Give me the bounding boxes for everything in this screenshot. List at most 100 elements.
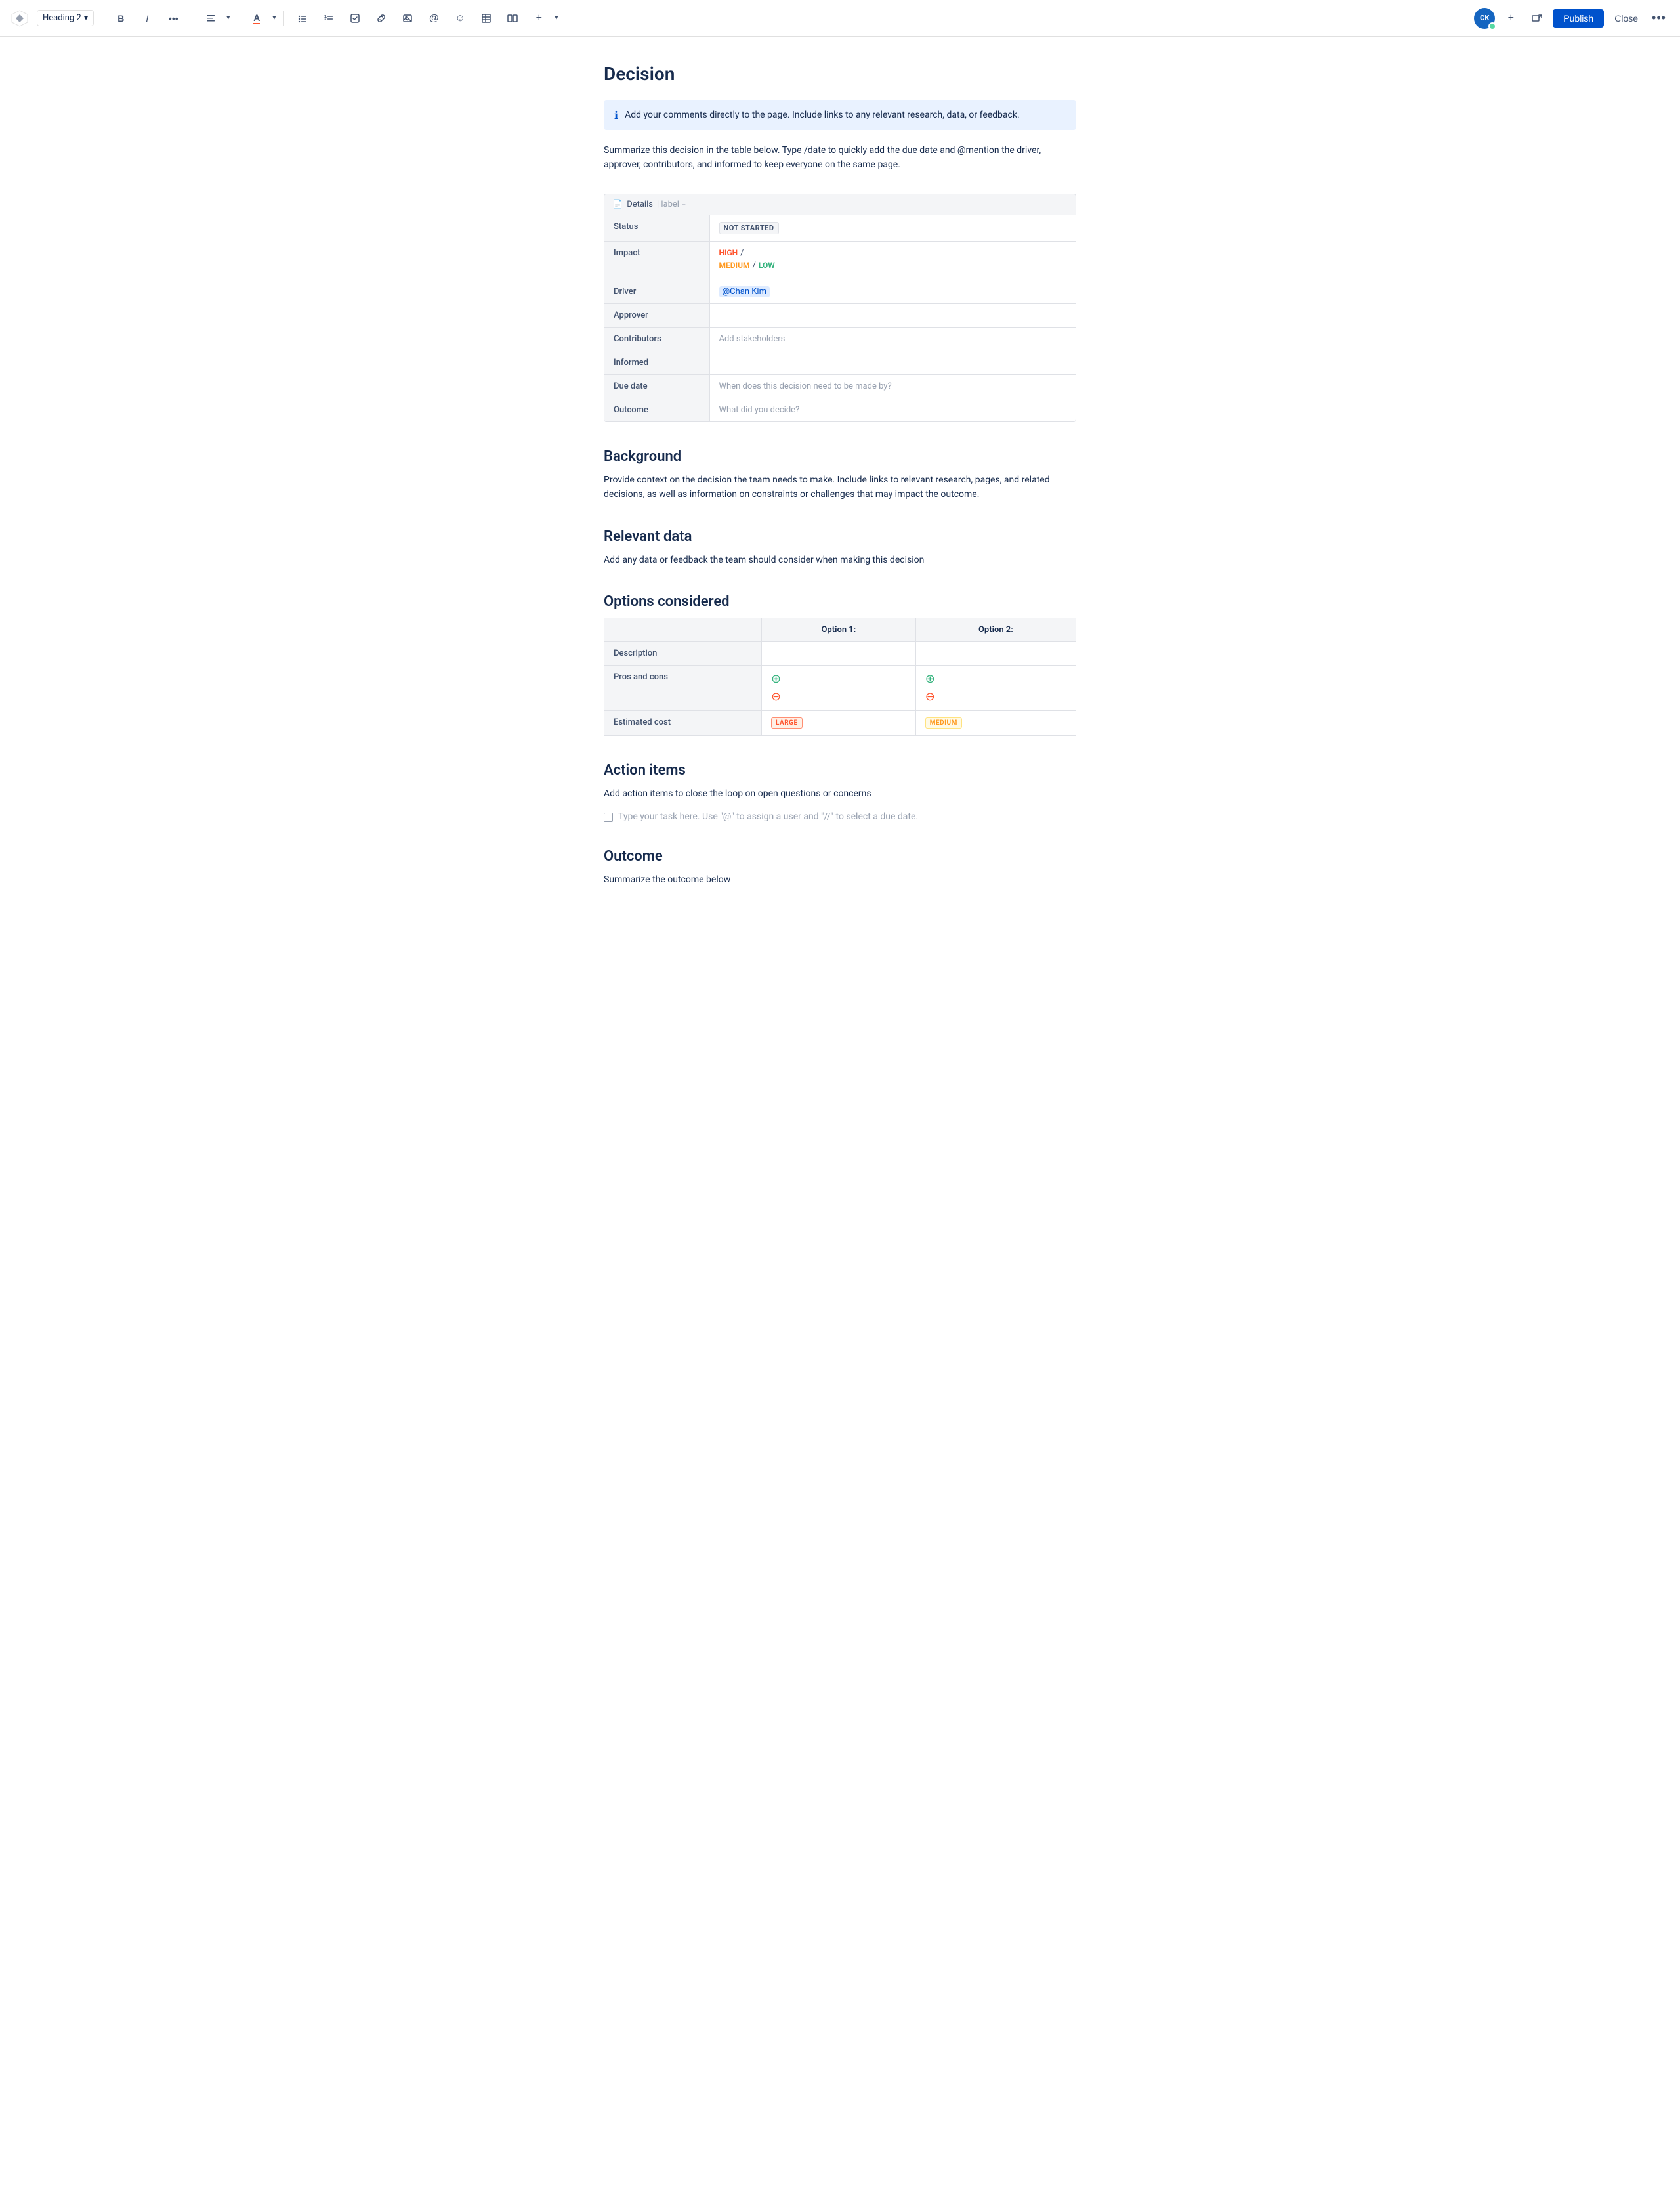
opt1-con: ⊖: [771, 690, 906, 704]
table-row: Driver @Chan Kim: [604, 280, 1076, 303]
row-label: Estimated cost: [604, 710, 762, 735]
table-row: Due date When does this decision need to…: [604, 374, 1076, 398]
row-value[interactable]: [709, 351, 1076, 374]
insert-button[interactable]: +: [528, 8, 549, 29]
intro-text: Summarize this decision in the table bel…: [604, 143, 1076, 173]
toolbar: Heading 2 ▾ B I ••• ▾ A ▾ 1.: [0, 0, 1680, 37]
align-button[interactable]: [200, 8, 221, 29]
italic-button[interactable]: I: [136, 8, 158, 29]
table-row: Estimated cost LARGE MEDIUM: [604, 710, 1076, 735]
page-content: Decision ℹ Add your comments directly to…: [591, 37, 1089, 951]
row-label: Informed: [604, 351, 709, 374]
contributors-placeholder: Add stakeholders: [719, 334, 786, 344]
task-button[interactable]: [345, 8, 366, 29]
link-button[interactable]: [371, 8, 392, 29]
row-value[interactable]: @Chan Kim: [709, 280, 1076, 303]
plus-circle-icon: ⊕: [771, 672, 781, 686]
image-button[interactable]: [397, 8, 418, 29]
minus-circle-icon: ⊖: [925, 690, 935, 704]
row-label: Pros and cons: [604, 665, 762, 710]
outcome-placeholder: What did you decide?: [719, 405, 800, 415]
info-icon: ℹ: [614, 109, 618, 121]
background-text: Provide context on the decision the team…: [604, 473, 1076, 502]
row-label: Description: [604, 641, 762, 665]
row-value[interactable]: NOT STARTED: [709, 215, 1076, 242]
outcome-title: Outcome: [604, 848, 1076, 865]
table-row: Description: [604, 641, 1076, 665]
row-label: Outcome: [604, 398, 709, 421]
bold-button[interactable]: B: [110, 8, 131, 29]
page-title[interactable]: Decision: [604, 63, 1076, 85]
text-color-button[interactable]: A: [246, 8, 267, 29]
row-value[interactable]: What did you decide?: [709, 398, 1076, 421]
large-badge: LARGE: [771, 717, 803, 729]
avatar: CK: [1474, 8, 1495, 29]
details-label-suffix: | label =: [657, 200, 686, 209]
outcome-text: Summarize the outcome below: [604, 872, 1076, 887]
impact-line-2: MEDIUM / LOW: [719, 261, 1067, 270]
table-row: Status NOT STARTED: [604, 215, 1076, 242]
row-label: Approver: [604, 303, 709, 327]
driver-mention[interactable]: @Chan Kim: [719, 286, 770, 297]
relevant-data-title: Relevant data: [604, 528, 1076, 545]
action-items-text: Add action items to close the loop on op…: [604, 786, 1076, 801]
status-badge: NOT STARTED: [719, 222, 779, 234]
details-icon: 📄: [612, 200, 623, 209]
opt1-pros-cons[interactable]: ⊕ ⊖: [762, 665, 916, 710]
more-options-button[interactable]: •••: [1648, 8, 1670, 29]
bullet-list-button[interactable]: [292, 8, 313, 29]
options-col-1: Option 1:: [762, 618, 916, 641]
task-item: Type your task here. Use "@" to assign a…: [604, 811, 1076, 822]
details-header: 📄 Details | label =: [604, 194, 1076, 215]
options-title: Options considered: [604, 593, 1076, 610]
avatar-badge: [1488, 22, 1496, 30]
opt1-cost[interactable]: LARGE: [762, 710, 916, 735]
heading-label: Heading 2: [43, 13, 81, 23]
more-format-button[interactable]: •••: [163, 8, 184, 29]
add-user-button[interactable]: +: [1500, 8, 1521, 29]
low-badge: LOW: [759, 261, 775, 270]
svg-text:2.: 2.: [324, 18, 327, 22]
medium-cost-badge: MEDIUM: [925, 717, 962, 729]
emoji-button[interactable]: ☺: [450, 8, 471, 29]
options-col-2: Option 2:: [915, 618, 1076, 641]
close-button[interactable]: Close: [1609, 9, 1643, 28]
table-button[interactable]: [476, 8, 497, 29]
high-badge: HIGH: [719, 248, 738, 257]
mention-button[interactable]: @: [423, 8, 444, 29]
row-value[interactable]: Add stakeholders: [709, 327, 1076, 351]
details-panel: 📄 Details | label = Status NOT STARTED I…: [604, 194, 1076, 422]
avatar-initials: CK: [1480, 14, 1489, 22]
info-text: Add your comments directly to the page. …: [625, 108, 1020, 122]
options-header-row: Option 1: Option 2:: [604, 618, 1076, 641]
separator: /: [740, 248, 744, 258]
opt1-description[interactable]: [762, 641, 916, 665]
opt2-pros-cons[interactable]: ⊕ ⊖: [915, 665, 1076, 710]
insert-chevron-icon: ▾: [555, 14, 558, 22]
row-value[interactable]: When does this decision need to be made …: [709, 374, 1076, 398]
opt2-con: ⊖: [925, 690, 1066, 704]
row-value[interactable]: HIGH / MEDIUM / LOW: [709, 241, 1076, 280]
table-row: Informed: [604, 351, 1076, 374]
heading-selector[interactable]: Heading 2 ▾: [37, 10, 94, 26]
app-logo[interactable]: [10, 9, 29, 28]
publish-button[interactable]: Publish: [1553, 9, 1604, 28]
medium-badge: MEDIUM: [719, 261, 750, 270]
relevant-data-text: Add any data or feedback the team should…: [604, 553, 1076, 567]
numbered-list-button[interactable]: 1. 2.: [318, 8, 339, 29]
columns-button[interactable]: [502, 8, 523, 29]
opt2-cost[interactable]: MEDIUM: [915, 710, 1076, 735]
share-button[interactable]: [1526, 8, 1547, 29]
details-table: Status NOT STARTED Impact HIGH / MEDIUM …: [604, 215, 1076, 421]
task-checkbox[interactable]: [604, 813, 613, 822]
options-table: Option 1: Option 2: Description Pros and…: [604, 618, 1076, 736]
color-chevron-icon: ▾: [272, 14, 276, 22]
task-text[interactable]: Type your task here. Use "@" to assign a…: [618, 811, 918, 822]
table-row: Impact HIGH / MEDIUM / LOW: [604, 241, 1076, 280]
opt2-description[interactable]: [915, 641, 1076, 665]
table-row: Pros and cons ⊕ ⊖ ⊕ ⊖: [604, 665, 1076, 710]
impact-line: HIGH /: [719, 248, 1067, 258]
row-value[interactable]: [709, 303, 1076, 327]
info-box: ℹ Add your comments directly to the page…: [604, 100, 1076, 130]
row-label: Impact: [604, 241, 709, 280]
